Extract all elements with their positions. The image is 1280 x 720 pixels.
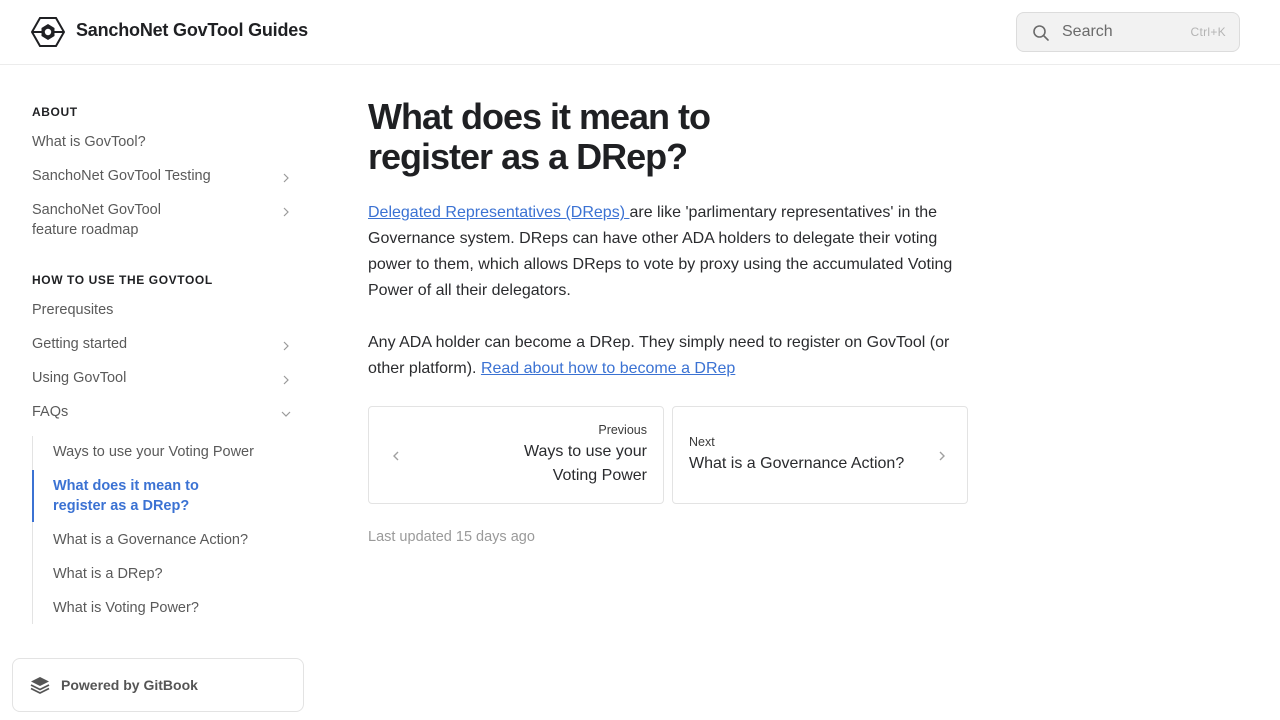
sidebar-item-label: SanchoNet GovTool Testing (32, 168, 211, 184)
chevron-right-icon[interactable] (280, 204, 292, 217)
chevron-right-icon[interactable] (280, 170, 292, 183)
sidebar-item-label: FAQs (32, 404, 69, 420)
sidebar: ABOUT What is GovTool? SanchoNet GovTool… (0, 65, 320, 720)
sidebar-subitem-ways-to-use[interactable]: Ways to use your Voting Power (53, 442, 283, 462)
chevron-down-icon[interactable] (280, 406, 292, 418)
sidebar-item-label: Prerequsites (32, 302, 114, 318)
page-title: What does it mean to register as a DRep? (368, 96, 711, 177)
become-drep-link[interactable]: Read about how to become a DRep (481, 360, 735, 377)
last-updated: Last updated 15 days ago (368, 529, 535, 545)
chevron-left-icon (389, 449, 403, 463)
paragraph-drep-intro: Delegated Representatives (DReps) are li… (368, 200, 968, 304)
active-indicator (32, 470, 34, 522)
sidebar-item-label: Using GovTool (32, 370, 127, 386)
sidebar-item-label: SanchoNet GovTool feature roadmap (32, 202, 161, 238)
sidebar-item-sanchonet-testing[interactable]: SanchoNet GovTool Testing (32, 166, 300, 186)
chevron-right-icon[interactable] (280, 372, 292, 385)
sidebar-item-getting-started[interactable]: Getting started (32, 334, 300, 354)
sidebar-item-using-govtool[interactable]: Using GovTool (32, 368, 300, 388)
sidebar-section-how-to-use: HOW TO USE THE GOVTOOL (32, 273, 213, 287)
top-header: SanchoNet GovTool Guides Search Ctrl+K (0, 0, 1280, 65)
sidebar-item-label: Getting started (32, 336, 128, 352)
drep-link[interactable]: Delegated Representatives (DReps) (368, 204, 629, 221)
sidebar-subitem-voting-power[interactable]: What is Voting Power? (53, 598, 283, 618)
sidebar-item-what-is-govtool[interactable]: What is GovTool? (32, 132, 300, 152)
sidebar-item-prerequisites[interactable]: Prerequsites (32, 300, 300, 320)
next-label: Next (689, 435, 715, 449)
powered-by-gitbook-button[interactable]: Powered by GitBook (12, 658, 304, 712)
previous-label: Previous (598, 423, 647, 437)
search-icon (1032, 24, 1050, 42)
sidebar-section-about: ABOUT (32, 105, 78, 119)
next-title: What is a Governance Action? (689, 455, 905, 472)
gitbook-icon (30, 675, 50, 695)
sidebar-subitem-governance-action[interactable]: What is a Governance Action? (53, 530, 283, 550)
sidebar-item-label: What is GovTool? (32, 134, 146, 150)
faq-subtree-line (32, 436, 33, 624)
sidebar-subitem-what-is-drep[interactable]: What is a DRep? (53, 564, 283, 584)
sidebar-item-feature-roadmap[interactable]: SanchoNet GovTool feature roadmap (32, 200, 300, 240)
chevron-right-icon[interactable] (280, 338, 292, 351)
previous-title: Ways to use your Voting Power (523, 443, 647, 484)
powered-by-label: Powered by GitBook (61, 677, 198, 693)
previous-page-card[interactable]: Previous Ways to use your Voting Power (368, 406, 664, 504)
search-button[interactable]: Search Ctrl+K (1016, 12, 1240, 52)
search-placeholder: Search (1062, 23, 1113, 40)
site-title[interactable]: SanchoNet GovTool Guides (76, 20, 308, 41)
next-page-card[interactable]: Next What is a Governance Action? (672, 406, 968, 504)
chevron-right-icon (935, 449, 949, 463)
hexagon-logo-icon[interactable] (30, 16, 66, 48)
paragraph-become-drep: Any ADA holder can become a DRep. They s… (368, 330, 968, 382)
search-shortcut: Ctrl+K (1190, 25, 1226, 39)
sidebar-subitem-register-drep[interactable]: What does it mean to register as a DRep? (53, 476, 223, 516)
sidebar-item-faqs[interactable]: FAQs (32, 402, 300, 422)
